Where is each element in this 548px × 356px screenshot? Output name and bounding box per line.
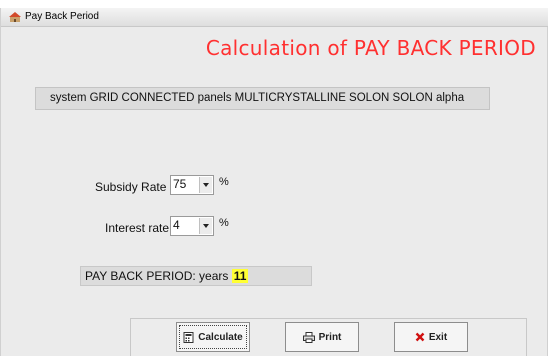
exit-button[interactable]: Exit — [394, 322, 468, 352]
app-window: Pay Back Period — [0, 8, 548, 356]
exit-button-label: Exit — [428, 331, 448, 343]
calculate-button-label: Calculate — [198, 331, 243, 343]
interest-rate-value: 4 — [173, 218, 180, 232]
payback-years-value: 11 — [231, 269, 249, 283]
interest-rate-label: Interest rate — [105, 221, 170, 235]
calculator-icon — [183, 331, 194, 343]
app-icon — [9, 12, 21, 22]
title-bar: Pay Back Period — [1, 8, 548, 27]
page-heading: Calculation of PAY BACK PERIOD — [205, 36, 536, 60]
system-description: system GRID CONNECTED panels MULTICRYSTA… — [35, 87, 490, 110]
chevron-down-icon[interactable] — [199, 177, 212, 193]
print-button-label: Print — [318, 331, 342, 343]
print-button[interactable]: Print — [285, 322, 359, 352]
subsidy-rate-value: 75 — [173, 177, 187, 191]
subsidy-rate-label: Subsidy Rate — [95, 180, 167, 194]
chevron-down-icon[interactable] — [199, 218, 212, 234]
payback-result-label: PAY BACK PERIOD: years — [85, 269, 229, 283]
calculate-button[interactable]: Calculate — [176, 322, 250, 352]
subsidy-rate-unit: % — [219, 176, 229, 188]
interest-rate-select[interactable]: 4 — [170, 216, 214, 236]
printer-icon — [302, 331, 315, 343]
interest-rate-unit: % — [219, 217, 229, 229]
window-title: Pay Back Period — [25, 11, 99, 22]
close-icon — [415, 332, 425, 342]
payback-result: PAY BACK PERIOD: years 11 — [80, 266, 312, 286]
subsidy-rate-select[interactable]: 75 — [170, 175, 214, 195]
